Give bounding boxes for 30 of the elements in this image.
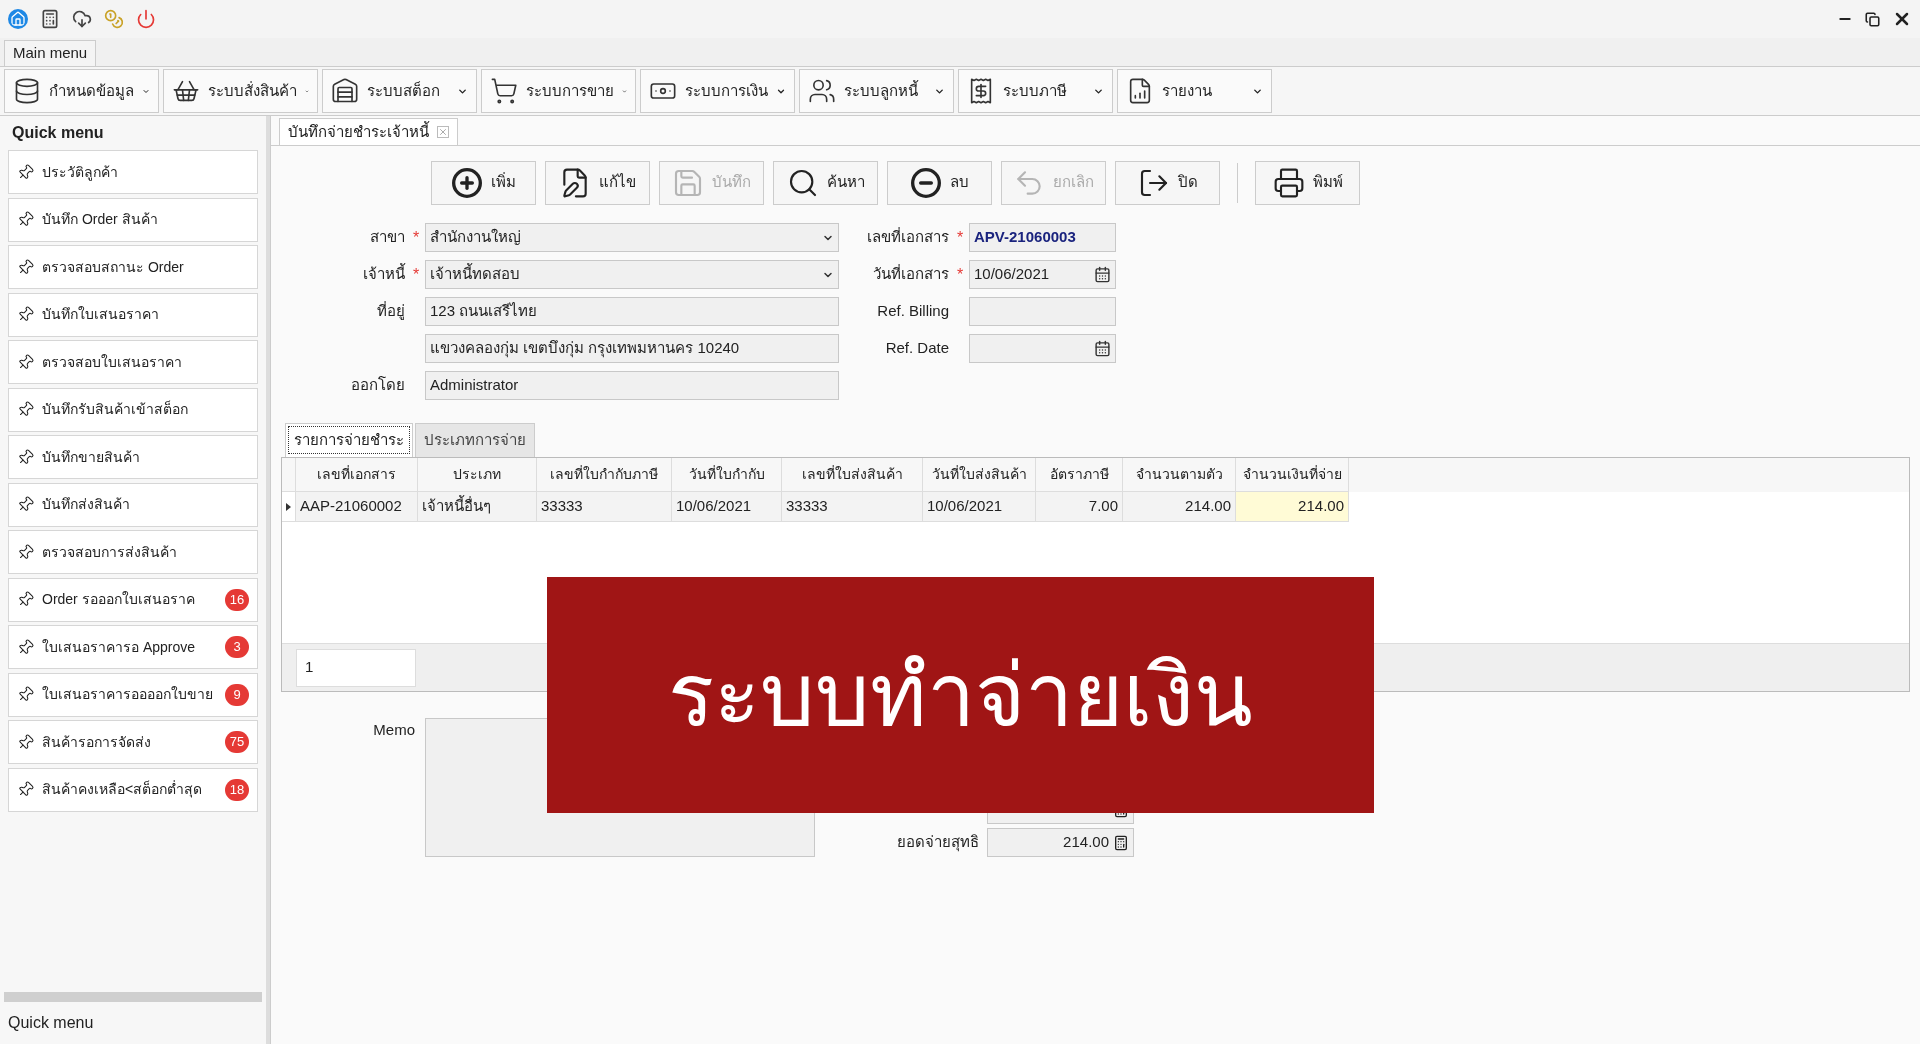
table-cell: 33333 [782,492,923,522]
field-label: เลขที่เอกสาร [867,226,949,248]
field-label: Ref. Billing [877,301,949,322]
field-label: สาขา [370,227,405,248]
count-badge: 3 [225,636,249,658]
table-cell: 214.00 [1123,492,1236,522]
required-mark: * [413,228,420,246]
sidebar-title: Quick menu [11,123,105,143]
count-badge: 18 [225,778,249,801]
table-cell: 10/06/2021 [923,492,1036,522]
table-cell: 214.00 [1236,492,1349,522]
caption-overlay: ระบบทำจ่ายเงิน [547,577,1374,813]
field-label: ที่อยู่ [377,300,405,322]
table-cell: 33333 [537,492,672,522]
table-cell: AAP-21060002 [296,492,418,522]
count-badge: 9 [225,683,249,706]
field-label: Ref. Date [885,338,949,359]
field-label: Memo [373,720,415,740]
required-mark: * [413,265,420,283]
count-badge: 16 [225,588,249,611]
table-cell: 10/06/2021 [672,492,782,522]
table-cell: เจ้าหนี้อื่นๆ [418,492,537,522]
required-mark: * [957,228,964,246]
field-label: ออกโดย [351,375,405,396]
required-mark: * [957,265,964,283]
field-label: ยอดจ่ายสุทธิ [896,832,979,854]
field-label: วันที่เอกสาร [873,263,949,285]
table-cell: 7.00 [1036,492,1123,522]
field-label: เจ้าหนี้ [363,263,405,285]
count-badge: 75 [225,731,249,753]
